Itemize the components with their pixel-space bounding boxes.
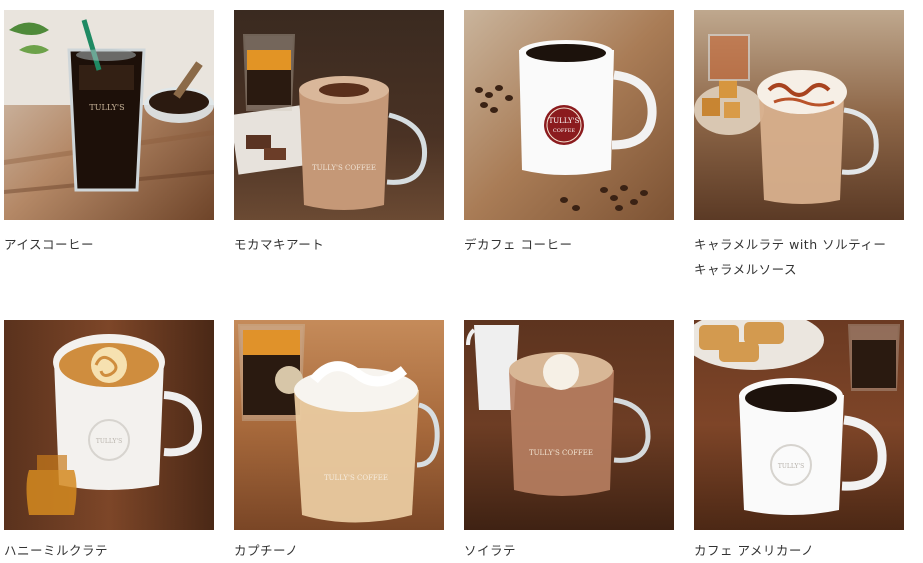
product-grid: TULLY'S アイスコーヒー TULLY'S COFFEE モカマキアート T… xyxy=(0,0,923,562)
product-image-soy-latte[interactable]: TULLY'S COFFEE xyxy=(464,320,674,530)
product-name[interactable]: カプチーノ xyxy=(234,538,464,563)
svg-text:TULLY'S: TULLY'S xyxy=(96,438,122,445)
product-image-honey-milk-latte[interactable]: TULLY'S xyxy=(4,320,214,530)
product-image-caramel-latte[interactable] xyxy=(694,10,904,220)
product-image-mocha-macchiato[interactable]: TULLY'S COFFEE xyxy=(234,10,444,220)
product-name[interactable]: デカフェ コーヒー xyxy=(464,232,694,257)
svg-text:TULLY'S: TULLY'S xyxy=(549,117,580,125)
product-image-decaf-coffee[interactable]: TULLY'S COFFEE xyxy=(464,10,674,220)
product-name[interactable]: モカマキアート xyxy=(234,232,464,257)
product-name[interactable]: アイスコーヒー xyxy=(4,232,234,257)
svg-text:TULLY'S COFFEE: TULLY'S COFFEE xyxy=(324,474,388,482)
svg-text:TULLY'S: TULLY'S xyxy=(89,103,124,112)
product-name[interactable]: キャラメルラテ with ソルティー キャラメルソース xyxy=(694,232,923,282)
product-image-caffe-americano[interactable]: TULLY'S xyxy=(694,320,904,530)
product-image-cappuccino[interactable]: TULLY'S COFFEE xyxy=(234,320,444,530)
product-name[interactable]: カフェ アメリカーノ xyxy=(694,538,923,563)
svg-text:TULLY'S: TULLY'S xyxy=(778,463,804,470)
product-name[interactable]: ソイラテ xyxy=(464,538,694,563)
product-name[interactable]: ハニーミルクラテ xyxy=(4,538,234,563)
product-image-iced-coffee[interactable]: TULLY'S xyxy=(4,10,214,220)
svg-text:TULLY'S COFFEE: TULLY'S COFFEE xyxy=(312,164,376,172)
svg-text:COFFEE: COFFEE xyxy=(553,128,576,134)
svg-text:TULLY'S COFFEE: TULLY'S COFFEE xyxy=(529,449,593,457)
